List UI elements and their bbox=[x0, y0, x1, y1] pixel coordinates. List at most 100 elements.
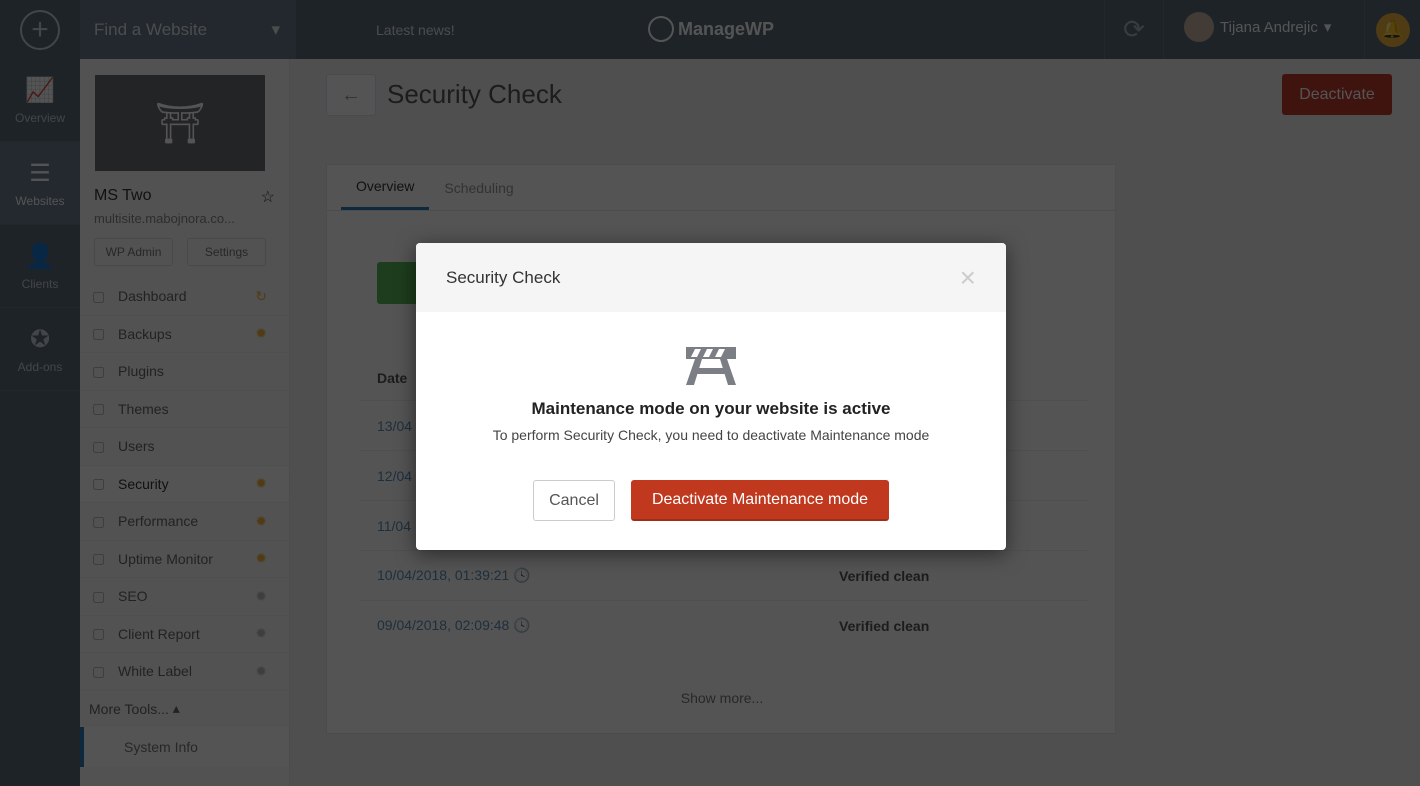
menu-icon: ▢ bbox=[92, 287, 106, 304]
date-header: Date bbox=[377, 370, 408, 386]
modal-heading: Maintenance mode on your website is acti… bbox=[531, 399, 891, 418]
gear-icon[interactable]: ✹ bbox=[255, 513, 267, 530]
gear-icon[interactable]: ✹ bbox=[255, 588, 267, 605]
menu-icon: ▢ bbox=[92, 662, 106, 679]
close-icon[interactable]: × bbox=[960, 262, 976, 294]
sync-button[interactable]: ⟳ bbox=[1104, 0, 1164, 59]
logo-icon bbox=[648, 16, 674, 42]
site-thumbnail[interactable]: ⛩ bbox=[95, 75, 265, 171]
menu-label: SEO bbox=[118, 588, 148, 605]
deactivate-button[interactable]: Deactivate bbox=[1282, 74, 1392, 115]
show-more-link[interactable]: Show more... bbox=[327, 690, 1117, 706]
menu-item-seo[interactable]: ▢ SEO ✹ bbox=[80, 578, 289, 616]
menu-item-plugins[interactable]: ▢ Plugins bbox=[80, 353, 289, 391]
find-website-label: Find a Website bbox=[94, 19, 208, 39]
menu-item-dashboard[interactable]: ▢ Dashboard ↻ bbox=[80, 278, 289, 316]
menu-icon: ▢ bbox=[92, 587, 106, 604]
gear-icon[interactable]: ✹ bbox=[255, 325, 267, 342]
tab-overview[interactable]: Overview bbox=[341, 165, 430, 210]
caret-up-icon: ▴ bbox=[172, 700, 180, 716]
plus-icon: + bbox=[20, 9, 60, 50]
left-nav: 📈 Overview ☰ Websites 👤 Clients ✪ Add-ons bbox=[0, 59, 80, 786]
star-icon[interactable]: ☆ bbox=[261, 187, 275, 207]
clock-icon: 🕓 bbox=[513, 567, 531, 583]
wp-admin-button[interactable]: WP Admin bbox=[94, 238, 173, 266]
menu-item-uptime-monitor[interactable]: ▢ Uptime Monitor ✹ bbox=[80, 541, 289, 578]
settings-button[interactable]: Settings bbox=[187, 238, 266, 266]
caret-down-icon: ▾ bbox=[1323, 19, 1332, 36]
nav-addons[interactable]: ✪ Add-ons bbox=[0, 308, 80, 391]
menu-label: White Label bbox=[118, 663, 192, 680]
menu-icon: ▢ bbox=[92, 625, 106, 642]
top-bar: + Find a Website ▾ Latest news! ManageWP … bbox=[0, 0, 1420, 59]
menu-item-users[interactable]: ▢ Users bbox=[80, 428, 289, 466]
menu-item-backups[interactable]: ▢ Backups ✹ bbox=[80, 316, 289, 353]
more-tools-toggle[interactable]: More Tools... ▴ bbox=[80, 691, 289, 727]
caret-down-icon: ▾ bbox=[271, 19, 280, 39]
gear-icon[interactable]: ✹ bbox=[255, 663, 267, 680]
avatar bbox=[1184, 12, 1214, 42]
sync-icon[interactable]: ↻ bbox=[255, 288, 267, 305]
gear-icon[interactable]: ✹ bbox=[255, 475, 267, 492]
menu-item-client-report[interactable]: ▢ Client Report ✹ bbox=[80, 616, 289, 653]
star-badge-icon: ✪ bbox=[29, 325, 51, 353]
gear-icon[interactable]: ✹ bbox=[255, 625, 267, 642]
clock-icon: 🕓 bbox=[513, 617, 531, 633]
nav-label: Overview bbox=[14, 110, 65, 125]
menu-item-security[interactable]: ▢ Security ✹ bbox=[80, 465, 289, 503]
cancel-button[interactable]: Cancel bbox=[533, 480, 615, 521]
site-sidebar: ⛩ MS Two ☆ multisite.mabojnora.co... WP A… bbox=[80, 59, 290, 786]
table-row: 09/04/2018, 02:09:48 🕓 Verified clean bbox=[359, 600, 1089, 650]
menu-label: Dashboard bbox=[118, 288, 187, 305]
latest-news-link[interactable]: Latest news! bbox=[376, 22, 455, 38]
site-name: MS Two bbox=[94, 187, 152, 204]
nav-label: Clients bbox=[21, 276, 59, 291]
more-tools-label: More Tools... bbox=[89, 700, 169, 717]
user-name: Tijana Andrejic bbox=[1220, 18, 1318, 36]
menu-item-system-info[interactable]: System Info bbox=[80, 726, 289, 767]
clients-icon: 👤 bbox=[25, 242, 55, 270]
chart-monitor-icon: 📈 bbox=[25, 76, 55, 104]
nav-label: Add-ons bbox=[17, 359, 63, 374]
bell-icon: 🔔 bbox=[1375, 12, 1410, 47]
nav-websites[interactable]: ☰ Websites bbox=[0, 142, 80, 225]
logo[interactable]: ManageWP bbox=[648, 16, 774, 42]
maintenance-barrier-icon bbox=[686, 347, 736, 385]
menu-label: Security bbox=[118, 475, 169, 492]
menu-label: Backups bbox=[118, 325, 172, 342]
scan-status: Verified clean bbox=[839, 567, 930, 584]
menu-label: Client Report bbox=[118, 625, 200, 642]
menu-icon: ▢ bbox=[92, 362, 106, 379]
menu-label: Plugins bbox=[118, 363, 164, 380]
user-menu[interactable]: Tijana Andrejic ▾ bbox=[1184, 12, 1331, 42]
scan-date: 10/04/2018, 01:39:21 🕓 bbox=[377, 567, 531, 583]
menu-item-themes[interactable]: ▢ Themes bbox=[80, 391, 289, 428]
maintenance-barrier-icon: ⛩ bbox=[154, 101, 206, 146]
menu-icon: ▢ bbox=[92, 437, 106, 454]
modal-title: Security Check bbox=[446, 267, 561, 287]
scan-status: Verified clean bbox=[839, 617, 930, 634]
gear-icon[interactable]: ✹ bbox=[255, 550, 267, 567]
scan-date: 09/04/2018, 02:09:48 🕓 bbox=[377, 617, 531, 633]
menu-item-performance[interactable]: ▢ Performance ✹ bbox=[80, 503, 289, 541]
menu-icon: ▢ bbox=[92, 512, 106, 529]
menu-icon: ▢ bbox=[92, 550, 106, 567]
deactivate-maintenance-button[interactable]: Deactivate Maintenance mode bbox=[631, 480, 889, 521]
page-title: Security Check bbox=[387, 79, 562, 109]
table-row: 10/04/2018, 01:39:21 🕓 Verified clean bbox=[359, 550, 1089, 600]
nav-overview[interactable]: 📈 Overview bbox=[0, 59, 80, 142]
nav-clients[interactable]: 👤 Clients bbox=[0, 225, 80, 308]
websites-icon: ☰ bbox=[29, 159, 51, 187]
menu-item-white-label[interactable]: ▢ White Label ✹ bbox=[80, 653, 289, 691]
notifications-button[interactable]: 🔔 bbox=[1364, 0, 1420, 59]
find-website-dropdown[interactable]: Find a Website ▾ bbox=[80, 0, 296, 59]
menu-label: Users bbox=[118, 438, 155, 455]
menu-label: Performance bbox=[118, 513, 199, 530]
add-website-button[interactable]: + bbox=[0, 0, 80, 59]
site-url[interactable]: multisite.mabojnora.co... bbox=[94, 211, 275, 226]
tab-scheduling[interactable]: Scheduling bbox=[429, 165, 528, 210]
nav-label: Websites bbox=[15, 193, 65, 208]
menu-icon: ▢ bbox=[92, 475, 106, 492]
menu-label: Themes bbox=[118, 400, 169, 417]
back-button[interactable]: ← bbox=[326, 74, 376, 116]
